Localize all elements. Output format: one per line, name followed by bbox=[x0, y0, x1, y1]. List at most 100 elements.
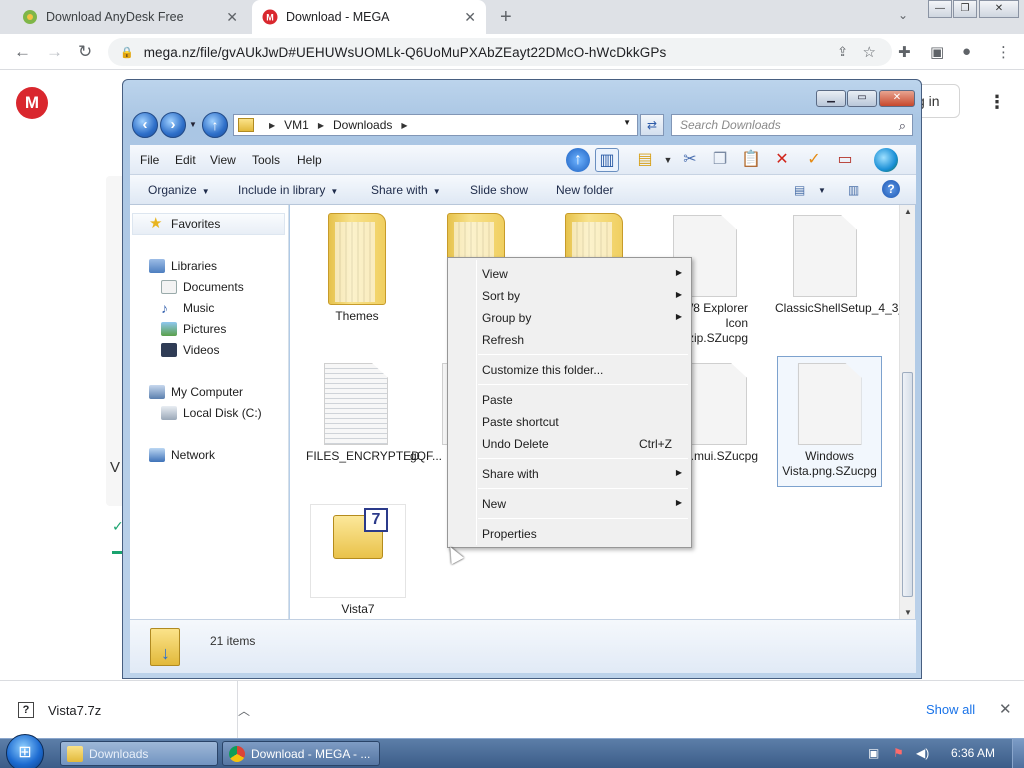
explorer-close-button[interactable]: ✕ bbox=[879, 90, 915, 107]
tab-search-chevron-icon[interactable]: ⌄ bbox=[898, 8, 908, 22]
ctx-group-by[interactable]: Group by ▶ bbox=[482, 311, 682, 325]
explorer-maximize-button[interactable]: ▭ bbox=[847, 90, 877, 107]
mega-logo[interactable]: M bbox=[16, 87, 48, 119]
bookmark-star-icon[interactable]: ☆ bbox=[863, 43, 876, 61]
nav-my-computer[interactable]: My Computer bbox=[149, 385, 243, 399]
explorer-up-button[interactable]: ↑ bbox=[202, 112, 228, 138]
explorer-minimize-button[interactable]: ▁ bbox=[816, 90, 846, 107]
nav-documents[interactable]: Documents bbox=[161, 280, 244, 294]
taskbar-chrome-button[interactable]: Download - MEGA - ... bbox=[222, 741, 380, 766]
file-item-hover[interactable]: 7 bbox=[310, 504, 406, 598]
preview-pane-icon[interactable]: ▥ bbox=[848, 183, 859, 197]
file-pane-scrollbar[interactable]: ▲ ▼ bbox=[899, 205, 915, 619]
share-with-button[interactable]: Share with ▼ bbox=[371, 183, 441, 197]
toolbar-paste-icon[interactable]: 📋 bbox=[739, 148, 763, 172]
toolbar-views-dropdown-icon[interactable]: ▼ bbox=[656, 148, 680, 172]
explorer-refresh-button[interactable]: ⇄ bbox=[640, 114, 664, 136]
file-item[interactable]: FILES_ENCRYPTED bbox=[306, 363, 420, 464]
breadcrumb-chevron-icon[interactable]: ▶ bbox=[318, 121, 324, 130]
toolbar-check-icon[interactable]: ✓ bbox=[802, 148, 826, 172]
organize-button[interactable]: Organize ▼ bbox=[148, 183, 210, 197]
ctx-properties[interactable]: Properties bbox=[482, 527, 682, 541]
tab-close-icon[interactable]: ✕ bbox=[464, 9, 476, 26]
ctx-customize-folder[interactable]: Customize this folder... bbox=[482, 363, 682, 377]
recent-pages-dropdown-icon[interactable]: ▼ bbox=[189, 120, 197, 129]
breadcrumb-chevron-icon[interactable]: ▶ bbox=[401, 121, 407, 130]
taskbar-clock[interactable]: 6:36 AM bbox=[951, 746, 995, 760]
extensions-puzzle-icon[interactable]: ✚ bbox=[898, 43, 911, 61]
menu-help[interactable]: Help bbox=[297, 153, 322, 167]
ctx-view[interactable]: View ▶ bbox=[482, 267, 682, 281]
tray-volume-icon[interactable]: ◀) bbox=[916, 746, 929, 760]
address-dropdown-icon[interactable]: ▼ bbox=[623, 118, 631, 127]
tray-network-icon[interactable]: ▣ bbox=[868, 746, 879, 760]
search-icon[interactable]: ⌕ bbox=[899, 116, 906, 136]
file-item[interactable]: Themes bbox=[307, 213, 407, 324]
explorer-forward-button[interactable]: › bbox=[160, 112, 186, 138]
toolbar-cut-icon[interactable]: ✂ bbox=[678, 148, 702, 172]
tab-mega[interactable]: M Download - MEGA ✕ bbox=[252, 0, 486, 34]
forward-arrow-icon[interactable]: → bbox=[46, 42, 63, 62]
ctx-sort-by[interactable]: Sort by ▶ bbox=[482, 289, 682, 303]
ctx-share-with[interactable]: Share with ▶ bbox=[482, 467, 682, 481]
breadcrumb-chevron-icon[interactable]: ▶ bbox=[269, 121, 275, 130]
ctx-undo-delete[interactable]: Undo Delete Ctrl+Z bbox=[482, 437, 682, 451]
restore-window-button[interactable]: ❐ bbox=[953, 0, 977, 18]
nav-libraries[interactable]: Libraries bbox=[149, 259, 217, 273]
mega-menu-icon[interactable]: ⋮ bbox=[988, 92, 1006, 113]
toolbar-up-icon[interactable]: ↑ bbox=[566, 148, 590, 172]
profile-icon[interactable]: ● bbox=[962, 43, 971, 60]
download-item[interactable]: ? Vista7.7z ︿ bbox=[18, 699, 250, 721]
explorer-back-button[interactable]: ‹ bbox=[132, 112, 158, 138]
nav-videos[interactable]: Videos bbox=[161, 343, 219, 357]
toolbar-folder-views-icon[interactable]: ▤ bbox=[633, 148, 657, 172]
show-all-link[interactable]: Show all bbox=[926, 702, 975, 717]
side-panel-icon[interactable]: ▣ bbox=[930, 43, 944, 61]
explorer-search-input[interactable]: Search Downloads ⌕ bbox=[671, 114, 913, 136]
file-item[interactable]: ClassicShellSetup_4_3_1.exe.SZucpg bbox=[775, 215, 904, 316]
menu-view[interactable]: View bbox=[210, 153, 236, 167]
toolbar-delete-icon[interactable]: ✕ bbox=[770, 148, 794, 172]
tab-close-icon[interactable]: ✕ bbox=[226, 9, 238, 26]
show-desktop-button[interactable] bbox=[1012, 739, 1024, 768]
change-view-icon[interactable]: ▤ bbox=[794, 183, 805, 197]
tab-anydesk[interactable]: Download AnyDesk Free ✕ bbox=[12, 0, 248, 34]
toolbar-globe-icon[interactable] bbox=[874, 148, 898, 172]
breadcrumb-vm1[interactable]: VM1 bbox=[284, 118, 309, 132]
ctx-paste-shortcut[interactable]: Paste shortcut bbox=[482, 415, 682, 429]
share-icon[interactable]: ⇪ bbox=[837, 44, 848, 60]
back-arrow-icon[interactable]: ← bbox=[14, 42, 31, 62]
ctx-new[interactable]: New ▶ bbox=[482, 497, 682, 511]
nav-local-disk[interactable]: Local Disk (C:) bbox=[161, 406, 262, 420]
nav-music[interactable]: ♪ Music bbox=[161, 301, 214, 315]
nav-favorites[interactable]: ★ Favorites bbox=[149, 216, 220, 231]
help-icon[interactable]: ? bbox=[882, 180, 900, 198]
scroll-up-icon[interactable]: ▲ bbox=[904, 207, 912, 216]
slide-show-button[interactable]: Slide show bbox=[470, 183, 528, 197]
nav-pictures[interactable]: Pictures bbox=[161, 322, 226, 336]
ctx-refresh[interactable]: Refresh bbox=[482, 333, 682, 347]
address-bar[interactable]: 🔒 mega.nz/file/gvAUkJwD#UEHUWsUOMLk-Q6Uo… bbox=[108, 38, 892, 66]
menu-tools[interactable]: Tools bbox=[252, 153, 280, 167]
taskbar-explorer-button[interactable]: Downloads bbox=[60, 741, 218, 766]
nav-network[interactable]: Network bbox=[149, 448, 215, 462]
breadcrumb-downloads[interactable]: Downloads bbox=[333, 118, 392, 132]
toolbar-properties-icon[interactable]: ▭ bbox=[833, 148, 857, 172]
start-button[interactable]: ⊞ bbox=[6, 734, 44, 768]
menu-edit[interactable]: Edit bbox=[175, 153, 196, 167]
view-dropdown-icon[interactable]: ▼ bbox=[818, 186, 826, 195]
scroll-thumb[interactable] bbox=[902, 372, 913, 597]
explorer-address-bar[interactable]: ▶ VM1 ▶ Downloads ▶ ▼ bbox=[233, 114, 638, 136]
toolbar-copy-icon[interactable]: ❐ bbox=[708, 148, 732, 172]
include-in-library-button[interactable]: Include in library ▼ bbox=[238, 183, 338, 197]
menu-file[interactable]: File bbox=[140, 153, 159, 167]
file-item-selected[interactable]: Windows Vista.png.SZucpg bbox=[777, 356, 882, 487]
minimize-window-button[interactable]: — bbox=[928, 0, 952, 18]
chevron-up-icon[interactable]: ︿ bbox=[238, 702, 250, 719]
close-shelf-icon[interactable]: ✕ bbox=[999, 700, 1012, 718]
tray-alert-icon[interactable]: ⚑ bbox=[893, 746, 904, 760]
new-folder-button[interactable]: New folder bbox=[556, 183, 613, 197]
scroll-down-icon[interactable]: ▼ bbox=[904, 608, 912, 617]
close-window-button[interactable]: ✕ bbox=[979, 0, 1019, 18]
chrome-menu-kebab-icon[interactable]: ⋮ bbox=[996, 43, 1011, 61]
